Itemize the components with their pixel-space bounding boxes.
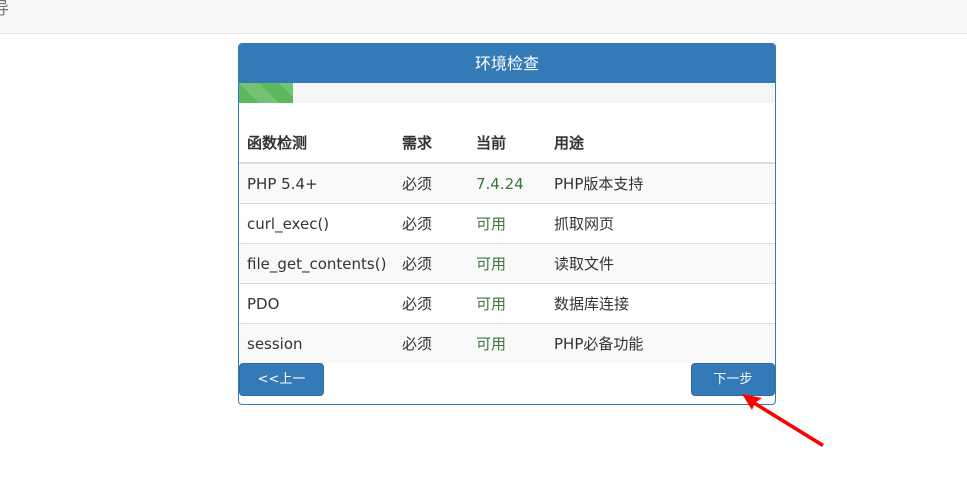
- cell-requirement: 必须: [394, 162, 468, 204]
- cell-current: 7.4.24: [468, 162, 546, 204]
- cell-current: 可用: [468, 283, 546, 324]
- table-header-row: 函数检测 需求 当前 用途: [239, 122, 775, 164]
- table-row: session 必须 可用 PHP必备功能: [239, 323, 775, 363]
- annotation-arrow-icon: [742, 394, 824, 447]
- cell-function: session: [239, 323, 394, 363]
- previous-step-button[interactable]: <<上一步: [239, 363, 324, 404]
- table-row: file_get_contents() 必须 可用 读取文件: [239, 243, 775, 284]
- navbar-title: 导: [0, 0, 9, 19]
- cell-purpose: PHP必备功能: [546, 323, 775, 363]
- cell-function: file_get_contents(): [239, 243, 394, 284]
- cell-current: 可用: [468, 243, 546, 284]
- cell-purpose: 读取文件: [546, 243, 775, 284]
- cell-purpose: 数据库连接: [546, 283, 775, 324]
- install-progress-bar: [239, 83, 293, 103]
- column-header-purpose: 用途: [546, 122, 775, 164]
- column-header-function: 函数检测: [239, 122, 394, 164]
- cell-current: 可用: [468, 203, 546, 244]
- cell-requirement: 必须: [394, 323, 468, 363]
- panel-title: 环境检查: [239, 44, 775, 83]
- cell-requirement: 必须: [394, 203, 468, 244]
- cell-function: PHP 5.4+: [239, 162, 394, 204]
- cell-requirement: 必须: [394, 283, 468, 324]
- top-navbar: 导: [0, 0, 967, 34]
- environment-check-panel: 环境检查 函数检测 需求 当前 用途 PHP 5.4+ 必须 7.4.24 PH…: [238, 43, 776, 405]
- cell-purpose: 抓取网页: [546, 203, 775, 244]
- column-header-requirement: 需求: [394, 122, 468, 164]
- column-header-current: 当前: [468, 122, 546, 164]
- cell-purpose: PHP版本支持: [546, 162, 775, 204]
- table-row: PDO 必须 可用 数据库连接: [239, 283, 775, 324]
- cell-function: curl_exec(): [239, 203, 394, 244]
- cell-requirement: 必须: [394, 243, 468, 284]
- cell-function: PDO: [239, 283, 394, 324]
- install-progress: [239, 83, 775, 103]
- table-row: curl_exec() 必须 可用 抓取网页: [239, 203, 775, 244]
- check-table: 函数检测 需求 当前 用途 PHP 5.4+ 必须 7.4.24 PHP版本支持…: [239, 122, 775, 363]
- table-row: PHP 5.4+ 必须 7.4.24 PHP版本支持: [239, 162, 775, 204]
- cell-current: 可用: [468, 323, 546, 363]
